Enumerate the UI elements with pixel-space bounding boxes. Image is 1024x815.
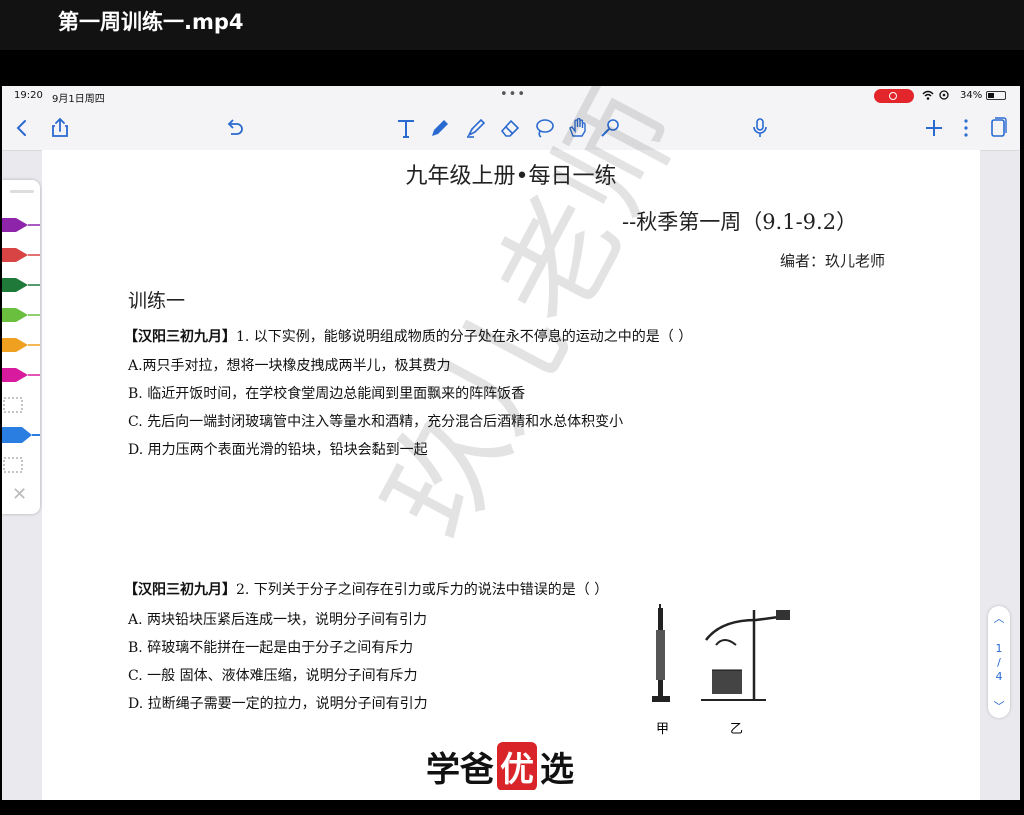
- chevron-up-icon[interactable]: ︿: [988, 610, 1010, 626]
- apparatus-figure: 甲 乙: [646, 600, 806, 740]
- pen-magenta[interactable]: [2, 364, 40, 386]
- brand-text-1: 学爸: [426, 750, 494, 790]
- share-icon[interactable]: [48, 116, 72, 140]
- add-icon[interactable]: [922, 116, 946, 140]
- pen-purple[interactable]: [2, 214, 40, 236]
- pen-blue-highlighter[interactable]: [2, 424, 40, 446]
- pages-icon[interactable]: [986, 116, 1010, 140]
- microphone-icon[interactable]: [748, 116, 772, 140]
- close-icon[interactable]: ✕: [12, 484, 27, 505]
- status-bar: 19:20 9月1日周四 ••• 34%: [2, 86, 1020, 106]
- option-c: C. 一般 固体、液体难压缩，说明分子间有斥力: [128, 668, 418, 684]
- pen-red[interactable]: [2, 244, 40, 266]
- figure-label-jia: 甲: [656, 722, 670, 737]
- page-total: 4: [995, 670, 1003, 683]
- question-source: 【汉阳三初九月】: [124, 582, 236, 598]
- text-tool-icon[interactable]: [394, 116, 418, 140]
- wifi-icon: [920, 89, 954, 104]
- option-a: A. 两块铅块压紧后连成一块，说明分子间有引力: [128, 612, 428, 628]
- pen-empty-slot-2[interactable]: [2, 454, 40, 476]
- question-source: 【汉阳三初九月】: [124, 329, 236, 345]
- tablet-screen: 19:20 9月1日周四 ••• 34% 九年级上册•每日一练 --秋季第一周（…: [2, 86, 1020, 800]
- document-page[interactable]: 九年级上册•每日一练 --秋季第一周（9.1-9.2） 编者：玖儿老师 训练一 …: [42, 86, 980, 800]
- page-indicator[interactable]: ︿ 1 / 4 ﹀: [988, 606, 1010, 718]
- video-title: 第一周训练一.mp4: [58, 10, 244, 34]
- back-icon[interactable]: [10, 116, 34, 140]
- battery-percent: 34%: [960, 90, 983, 101]
- multitask-dots[interactable]: •••: [500, 87, 526, 102]
- screen-recording-icon[interactable]: [874, 89, 914, 103]
- pen-dark-green[interactable]: [2, 274, 40, 296]
- battery-icon: [986, 91, 1006, 100]
- pen-light-green[interactable]: [2, 304, 40, 326]
- option-b: B. 碎玻璃不能拼在一起是由于分子之间有斥力: [128, 640, 414, 656]
- video-title-bar: 第一周训练一.mp4: [0, 0, 1024, 50]
- home-indicator[interactable]: [378, 790, 646, 794]
- question-2: 【汉阳三初九月】2. 下列关于分子之间存在引力或斥力的说法中错误的是（ ）: [124, 579, 608, 599]
- brand-logo: 学爸优选: [426, 742, 574, 791]
- page-current: 1: [995, 642, 1003, 655]
- undo-icon[interactable]: [222, 116, 246, 140]
- section-title: 训练一: [128, 290, 186, 312]
- pen-orange[interactable]: [2, 334, 40, 356]
- status-time: 19:20: [14, 90, 43, 101]
- chevron-down-icon[interactable]: ﹀: [988, 698, 1010, 714]
- status-date: 9月1日周四: [52, 94, 105, 105]
- more-icon[interactable]: [954, 116, 978, 140]
- pen-tool-icon[interactable]: [428, 116, 452, 140]
- document-editor: 编者：玖儿老师: [780, 252, 886, 270]
- tray-handle[interactable]: [10, 190, 34, 193]
- pen-empty-slot[interactable]: [2, 394, 40, 416]
- pen-tray: ✕: [2, 180, 40, 514]
- page-separator: /: [997, 656, 1001, 669]
- figure-label-yi: 乙: [730, 722, 744, 737]
- highlighter-icon[interactable]: [464, 116, 488, 140]
- option-d: D. 拉断绳子需要一定的拉力，说明分子间有引力: [128, 696, 428, 712]
- brand-text-3: 选: [540, 750, 574, 790]
- brand-text-2: 优: [497, 742, 537, 791]
- question-text: 2. 下列关于分子之间存在引力或斥力的说法中错误的是（ ）: [236, 582, 609, 598]
